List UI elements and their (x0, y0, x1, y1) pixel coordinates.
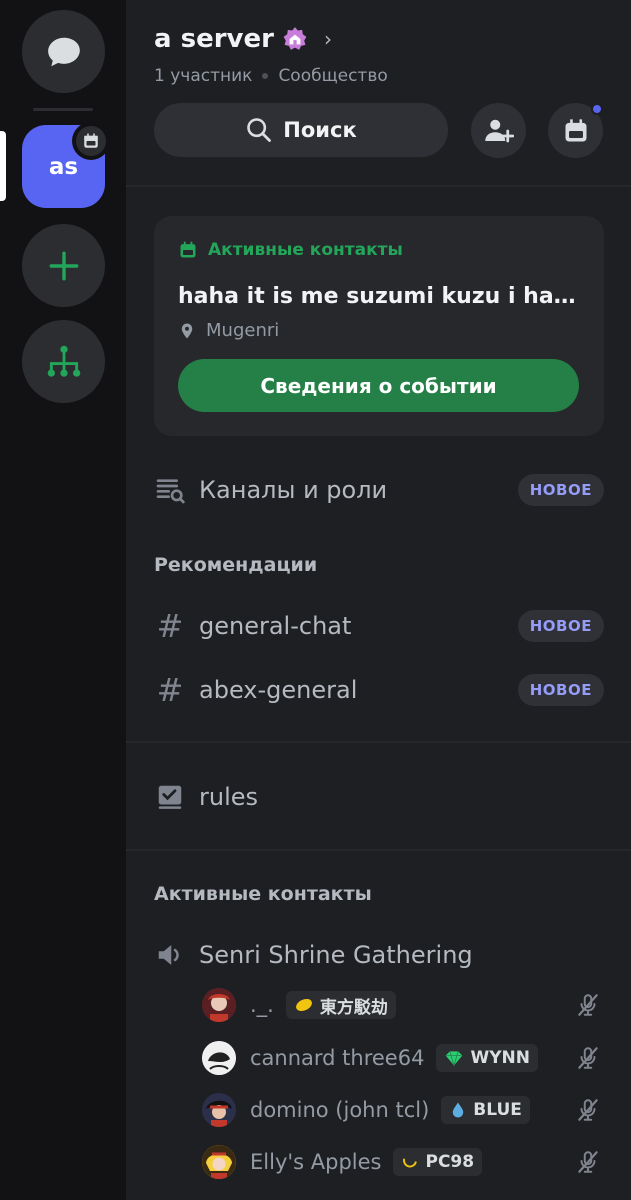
new-badge: НОВОЕ (517, 674, 604, 706)
calendar-icon (180, 241, 196, 258)
new-badge: НОВОЕ (517, 474, 604, 506)
server-initials: as (48, 153, 79, 180)
channel-name: general-chat (199, 612, 352, 640)
voice-user[interactable]: domino (john tcl) BLUE (202, 1090, 602, 1130)
server-meta: 1 участник Сообщество (154, 66, 388, 86)
channel-general-chat[interactable]: # general-chat НОВОЕ (154, 607, 604, 645)
selected-indicator (0, 131, 6, 201)
hash-icon: # (156, 671, 184, 709)
speaker-icon (154, 939, 186, 971)
voice-channel[interactable]: Senri Shrine Gathering (154, 938, 604, 972)
event-tag-label: Активные контакты (208, 240, 403, 260)
channel-abex-general[interactable]: # abex-general НОВОЕ (154, 671, 604, 709)
lemon-icon (295, 998, 312, 1012)
chevron-right-icon: › (323, 27, 332, 51)
mic-muted-icon (574, 1148, 602, 1176)
calendar-icon (565, 118, 586, 141)
member-count: 1 участник (154, 66, 253, 86)
voice-user[interactable]: ._. 東方駁劫 (202, 985, 602, 1025)
user-name: cannard three64 (250, 1046, 425, 1070)
avatar (202, 1041, 236, 1075)
plus-icon (49, 251, 78, 280)
section-divider (126, 741, 631, 743)
guild-tag: BLUE (441, 1096, 530, 1124)
channel-name: abex-general (199, 676, 358, 704)
location-pin-icon (181, 323, 193, 338)
boost-icon (282, 26, 308, 52)
meta-dot (262, 73, 269, 79)
add-server-button[interactable] (22, 224, 105, 307)
mic-muted-icon (574, 1044, 602, 1072)
add-user-icon (484, 119, 514, 142)
server-rail: as (0, 0, 126, 1200)
rules-icon (154, 781, 186, 813)
server-type: Сообщество (278, 66, 388, 86)
hash-icon: # (156, 607, 184, 645)
events-button[interactable] (548, 103, 603, 158)
guild-tag: 東方駁劫 (285, 991, 396, 1019)
gem-icon (446, 1051, 463, 1067)
chat-bubble-icon (47, 37, 80, 66)
channels-roles-row[interactable]: Каналы и роли НОВОЕ (154, 474, 604, 506)
water-drop-icon (453, 1102, 464, 1118)
user-name: domino (john tcl) (250, 1098, 430, 1122)
hierarchy-icon (47, 345, 80, 377)
new-badge: НОВОЕ (517, 610, 604, 642)
event-title: haha it is me suzumi kuzu i have... (178, 284, 588, 309)
channels-roles-label: Каналы и роли (199, 476, 388, 504)
avatar (202, 1145, 236, 1179)
discover-button[interactable] (22, 320, 105, 403)
guild-tag-label: BLUE (473, 1100, 522, 1120)
guild-tag: WYNN (436, 1044, 538, 1072)
voice-channel-name: Senri Shrine Gathering (199, 941, 473, 969)
event-location-label: Mugenri (206, 320, 280, 341)
event-location: Mugenri (178, 320, 279, 341)
crescent-icon (403, 1153, 418, 1168)
guild-tag: PC98 (393, 1148, 483, 1176)
server-header[interactable]: a server › (154, 24, 332, 54)
calendar-icon (84, 133, 98, 148)
user-name: ._. (250, 993, 274, 1017)
direct-messages-button[interactable] (22, 10, 105, 93)
channel-rules[interactable]: rules (154, 780, 604, 814)
avatar (202, 1093, 236, 1127)
event-tag: Активные контакты (178, 240, 403, 260)
channel-name: rules (199, 783, 259, 811)
search-button[interactable]: Поиск (154, 103, 448, 157)
invite-button[interactable] (471, 103, 526, 158)
guild-tag-label: PC98 (425, 1152, 475, 1172)
rail-separator (33, 108, 93, 111)
section-divider (126, 849, 631, 851)
event-card[interactable]: Активные контакты haha it is me suzumi k… (154, 216, 604, 436)
recommendations-title: Рекомендации (154, 554, 318, 576)
active-contacts-title: Активные контакты (154, 883, 372, 905)
guild-tag-label: WYNN (470, 1048, 530, 1068)
guild-tag-label: 東方駁劫 (319, 997, 388, 1018)
voice-user[interactable]: cannard three64 WYNN (202, 1038, 602, 1078)
search-icon (247, 118, 272, 142)
header-divider (126, 185, 631, 187)
mic-muted-icon (574, 1096, 602, 1124)
user-name: Elly's Apples (250, 1150, 382, 1174)
voice-user[interactable]: Elly's Apples PC98 (202, 1142, 602, 1182)
channel-browse-icon (154, 474, 186, 506)
event-badge (72, 122, 110, 160)
mic-muted-icon (574, 991, 602, 1019)
notification-dot (591, 103, 603, 115)
event-details-button[interactable]: Сведения о событии (178, 359, 579, 412)
server-name: a server (154, 24, 274, 54)
avatar (202, 988, 236, 1022)
search-label: Поиск (283, 118, 357, 142)
server-panel: a server › 1 участник Сообщество Поиск А… (126, 0, 631, 1200)
